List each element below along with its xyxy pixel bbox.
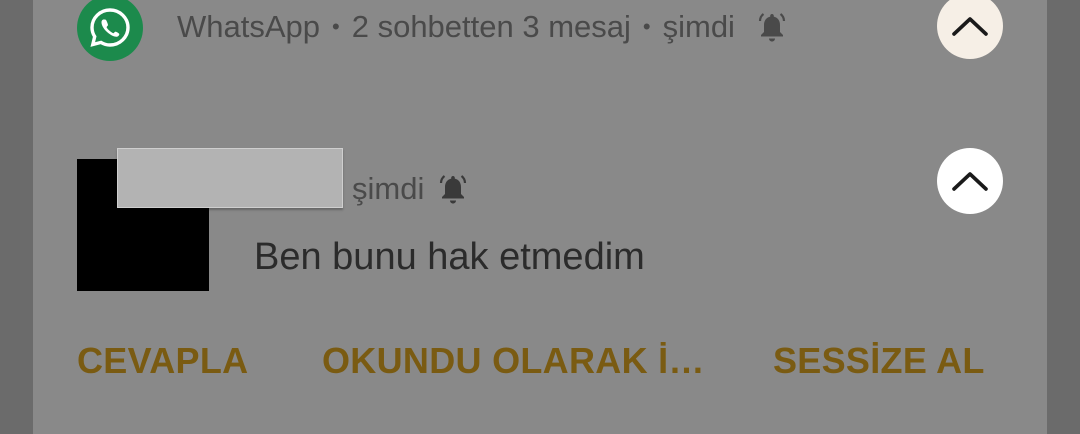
separator-dot: • (332, 14, 340, 39)
app-name: WhatsApp (177, 9, 321, 44)
mute-button[interactable]: SESSİZE AL (773, 340, 985, 382)
bell-icon (438, 173, 468, 205)
mark-as-read-button[interactable]: OKUNDU OLARAK İ… (322, 340, 705, 382)
bell-icon (757, 11, 787, 43)
notification-header: WhatsApp • 2 sohbetten 3 mesaj • şimdi (177, 6, 787, 48)
separator-dot: • (642, 14, 651, 39)
chevron-up-icon (952, 172, 988, 191)
whatsapp-icon (77, 0, 143, 61)
reply-button[interactable]: CEVAPLA (77, 340, 248, 382)
notification-time: şimdi (662, 9, 735, 44)
message-time-row: şimdi (352, 168, 468, 210)
redacted-sender-name (117, 148, 343, 208)
whatsapp-glyph (90, 8, 130, 47)
chevron-up-icon (952, 17, 988, 36)
notification-summary: 2 sohbetten 3 mesaj (351, 9, 631, 44)
collapse-message-button[interactable] (937, 148, 1003, 214)
message-time: şimdi (352, 171, 425, 206)
message-text: Ben bunu hak etmedim (254, 236, 645, 278)
